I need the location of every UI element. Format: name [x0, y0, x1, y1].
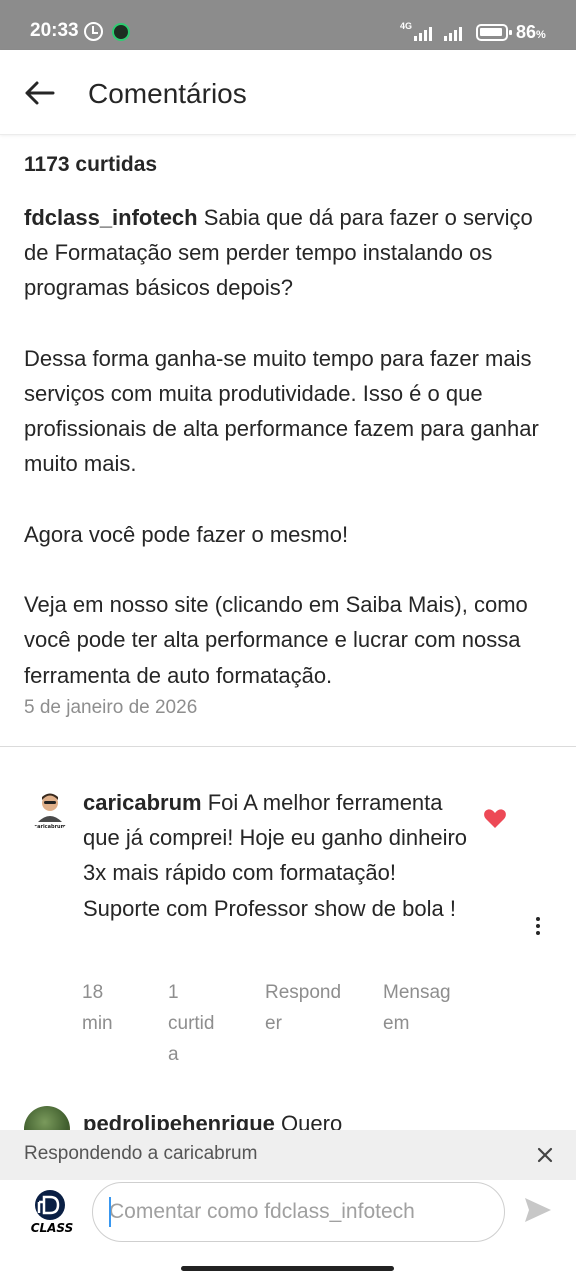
avatar[interactable] — [24, 1106, 70, 1130]
comment-time: 18 min — [82, 982, 113, 1034]
comment-author[interactable]: pedrolipehenrique — [83, 1111, 275, 1130]
comment-item: caricabrum caricabrum Foi A melhor ferra… — [0, 785, 576, 1085]
heart-filled-icon — [484, 809, 506, 828]
home-indicator[interactable] — [181, 1266, 394, 1271]
replying-to-bar: Respondendo a caricabrum — [0, 1130, 576, 1180]
avatar[interactable]: caricabrum — [28, 788, 72, 832]
more-options-icon[interactable] — [528, 913, 548, 939]
likes-count[interactable]: 1173 curtidas — [24, 150, 554, 180]
battery-level: 86% — [516, 22, 546, 42]
battery-icon — [476, 24, 512, 41]
post-caption-area: 1173 curtidas fdclass_infotech Sabia que… — [24, 150, 554, 719]
avatar-caption: caricabrum — [34, 824, 66, 830]
text-cursor — [109, 1197, 111, 1227]
svg-text:CLASS: CLASS — [31, 1221, 74, 1234]
signal-icon — [414, 25, 432, 41]
network-type: 4G — [400, 21, 413, 31]
app-notification-icon — [112, 23, 130, 41]
comment-likes[interactable]: 1 curtid a — [168, 977, 214, 1070]
avatar: CLASS — [30, 1188, 76, 1235]
app-header: Comentários — [0, 50, 576, 135]
replying-to-text: Respondendo a caricabrum — [24, 1143, 258, 1164]
alarm-icon — [84, 22, 103, 41]
reply-button[interactable]: Respond er — [265, 977, 341, 1039]
avatar-illustration: caricabrum — [28, 788, 72, 832]
send-button[interactable] — [522, 1194, 554, 1226]
fdclass-logo-icon: CLASS — [31, 1190, 74, 1235]
close-icon — [537, 1147, 553, 1163]
comment-body: Quero — [274, 1111, 343, 1130]
comment-text: caricabrum Foi A melhor ferramenta que j… — [83, 785, 468, 926]
message-button[interactable]: Mensag em — [383, 977, 451, 1039]
divider — [0, 746, 576, 747]
send-icon — [525, 1198, 551, 1222]
post-date: 5 de janeiro de 2026 — [24, 696, 198, 718]
post-caption: fdclass_infotech Sabia que dá para fazer… — [24, 200, 554, 693]
close-reply-button[interactable] — [534, 1144, 556, 1166]
page-title: Comentários — [88, 78, 247, 109]
comment-item: pedrolipehenrique Quero — [0, 1104, 576, 1130]
comment-author[interactable]: caricabrum — [83, 790, 202, 815]
status-bar: 20:33 4G 86% — [0, 0, 576, 50]
back-arrow-icon — [25, 81, 55, 105]
caption-text: Sabia que dá para fazer o serviço de For… — [24, 205, 539, 688]
status-time: 20:33 — [30, 20, 79, 41]
post-author[interactable]: fdclass_infotech — [24, 205, 198, 230]
comment-input[interactable] — [92, 1182, 505, 1242]
signal-icon — [444, 25, 462, 41]
back-button[interactable] — [22, 78, 58, 108]
comment-text: pedrolipehenrique Quero — [83, 1106, 342, 1130]
comment-like-button[interactable] — [483, 807, 507, 829]
comment-composer: CLASS — [0, 1180, 576, 1280]
